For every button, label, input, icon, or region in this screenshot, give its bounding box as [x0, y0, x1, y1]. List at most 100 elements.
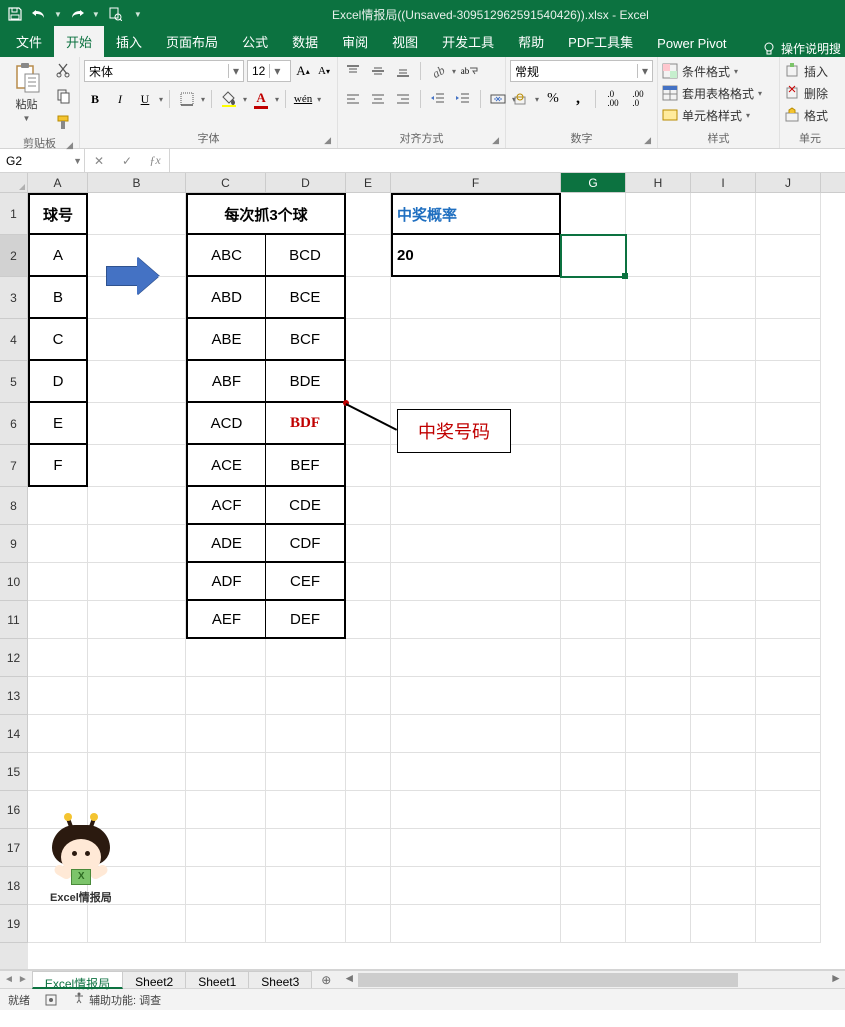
cell[interactable] [561, 525, 626, 563]
cell[interactable] [691, 905, 756, 943]
cell[interactable] [88, 715, 186, 753]
cell[interactable] [28, 601, 88, 639]
formula-input[interactable] [170, 149, 845, 172]
cell[interactable] [346, 905, 391, 943]
cell[interactable] [346, 677, 391, 715]
cell[interactable] [561, 487, 626, 525]
cell-D2[interactable]: BCD [266, 235, 346, 277]
cell[interactable] [28, 487, 88, 525]
cell[interactable] [756, 235, 821, 277]
cell[interactable] [346, 791, 391, 829]
cell[interactable] [626, 639, 691, 677]
row-header-11[interactable]: 11 [0, 601, 28, 639]
cell[interactable] [626, 791, 691, 829]
chevron-down-icon[interactable]: ▾ [535, 95, 539, 104]
cell[interactable] [561, 905, 626, 943]
cell[interactable] [391, 361, 561, 403]
col-header-A[interactable]: A [28, 173, 88, 192]
cell[interactable] [391, 715, 561, 753]
cell[interactable] [346, 445, 391, 487]
tell-me-icon[interactable] [761, 41, 777, 57]
col-header-F[interactable]: F [391, 173, 561, 192]
chevron-down-icon[interactable]: ▼ [73, 156, 82, 166]
cell[interactable] [626, 829, 691, 867]
cell-A5[interactable]: D [28, 361, 88, 403]
increase-indent-icon[interactable] [452, 88, 474, 110]
cell[interactable] [88, 563, 186, 601]
table-format-button[interactable]: 套用表格格式 ▾ [662, 83, 762, 103]
cell[interactable] [561, 445, 626, 487]
cell-A3[interactable]: B [28, 277, 88, 319]
enter-formula-icon[interactable]: ✓ [113, 154, 141, 168]
cell-D6[interactable]: BDF [266, 403, 346, 445]
horizontal-scrollbar[interactable]: ◄► [340, 971, 845, 988]
cell[interactable] [561, 791, 626, 829]
cell[interactable] [186, 867, 266, 905]
row-header-7[interactable]: 7 [0, 445, 28, 487]
cell-F2[interactable]: 20 [391, 235, 561, 277]
cell[interactable] [626, 361, 691, 403]
cell-D5[interactable]: BDE [266, 361, 346, 403]
new-sheet-icon[interactable]: ⊕ [312, 971, 340, 988]
copy-icon[interactable] [53, 85, 75, 107]
cell[interactable] [88, 753, 186, 791]
cell[interactable] [626, 867, 691, 905]
cell-C7[interactable]: ACE [186, 445, 266, 487]
cell[interactable] [756, 791, 821, 829]
cell[interactable] [391, 277, 561, 319]
cell-C11[interactable]: AEF [186, 601, 266, 639]
cell[interactable] [186, 905, 266, 943]
cell[interactable] [561, 639, 626, 677]
row-header-2[interactable]: 2 [0, 235, 28, 277]
cell[interactable] [626, 235, 691, 277]
cell[interactable] [28, 677, 88, 715]
select-all-corner[interactable] [0, 173, 28, 192]
cell[interactable] [561, 867, 626, 905]
cell[interactable] [28, 525, 88, 563]
cell[interactable] [88, 601, 186, 639]
chevron-down-icon[interactable]: ▾ [317, 95, 321, 104]
cell[interactable] [346, 715, 391, 753]
cell[interactable] [756, 601, 821, 639]
undo-icon[interactable] [30, 5, 48, 23]
save-icon[interactable] [6, 5, 24, 23]
row-header-10[interactable]: 10 [0, 563, 28, 601]
cell[interactable] [346, 639, 391, 677]
conditional-format-button[interactable]: 条件格式 ▾ [662, 61, 738, 81]
chevron-down-icon[interactable]: ▾ [228, 64, 239, 78]
cell[interactable] [626, 753, 691, 791]
cell-D9[interactable]: CDF [266, 525, 346, 563]
cell[interactable] [626, 403, 691, 445]
align-center-icon[interactable] [367, 88, 389, 110]
tab-formula[interactable]: 公式 [230, 26, 280, 57]
format-cells-button[interactable]: 格式 [784, 105, 828, 125]
name-box[interactable]: G2▼ [0, 149, 85, 172]
row-header-12[interactable]: 12 [0, 639, 28, 677]
cell[interactable] [626, 601, 691, 639]
decrease-decimal-icon[interactable]: .00.0 [627, 88, 649, 110]
cell-D3[interactable]: BCE [266, 277, 346, 319]
cell-A1[interactable]: 球号 [28, 193, 88, 235]
cell[interactable] [756, 677, 821, 715]
align-middle-icon[interactable] [367, 60, 389, 82]
tab-insert[interactable]: 插入 [104, 26, 154, 57]
cell[interactable] [266, 905, 346, 943]
cell-C1[interactable]: 每次抓3个球 [186, 193, 346, 235]
cell[interactable] [391, 639, 561, 677]
cell-C6[interactable]: ACD [186, 403, 266, 445]
tab-data[interactable]: 数据 [280, 26, 330, 57]
sheet-nav-last-icon[interactable]: ► [18, 974, 28, 985]
chevron-down-icon[interactable]: ▾ [637, 64, 648, 78]
sheet-tab-2[interactable]: Sheet2 [123, 971, 186, 988]
cell[interactable] [756, 829, 821, 867]
cell-D7[interactable]: BEF [266, 445, 346, 487]
print-preview-icon[interactable] [106, 5, 124, 23]
scroll-right-icon[interactable]: ► [827, 971, 845, 985]
cell-A7[interactable]: F [28, 445, 88, 487]
cell[interactable] [691, 563, 756, 601]
cell-C3[interactable]: ABD [186, 277, 266, 319]
cell[interactable] [691, 361, 756, 403]
cell[interactable] [691, 601, 756, 639]
cell[interactable] [186, 791, 266, 829]
font-color-button[interactable]: A [250, 88, 272, 110]
